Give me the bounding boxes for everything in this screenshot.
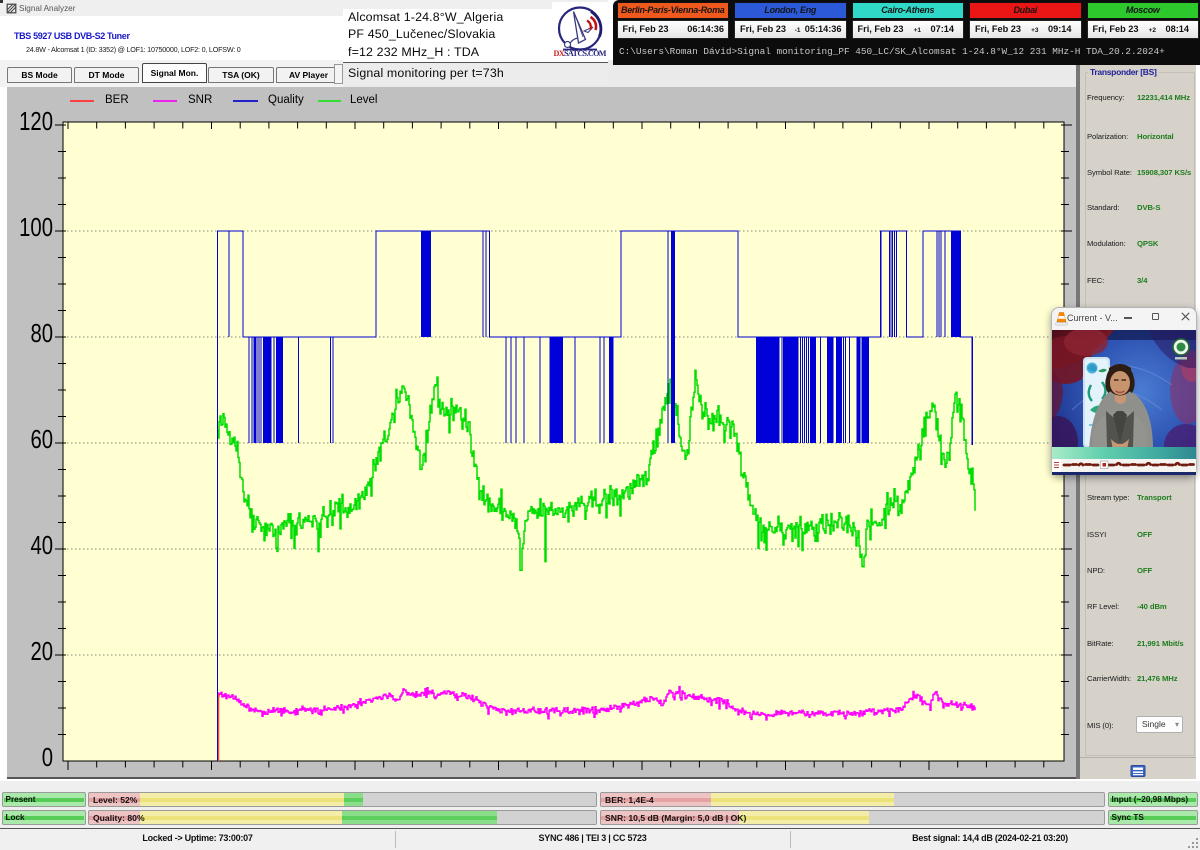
svg-text:DXSATCS.COM: DXSATCS.COM — [554, 49, 607, 58]
